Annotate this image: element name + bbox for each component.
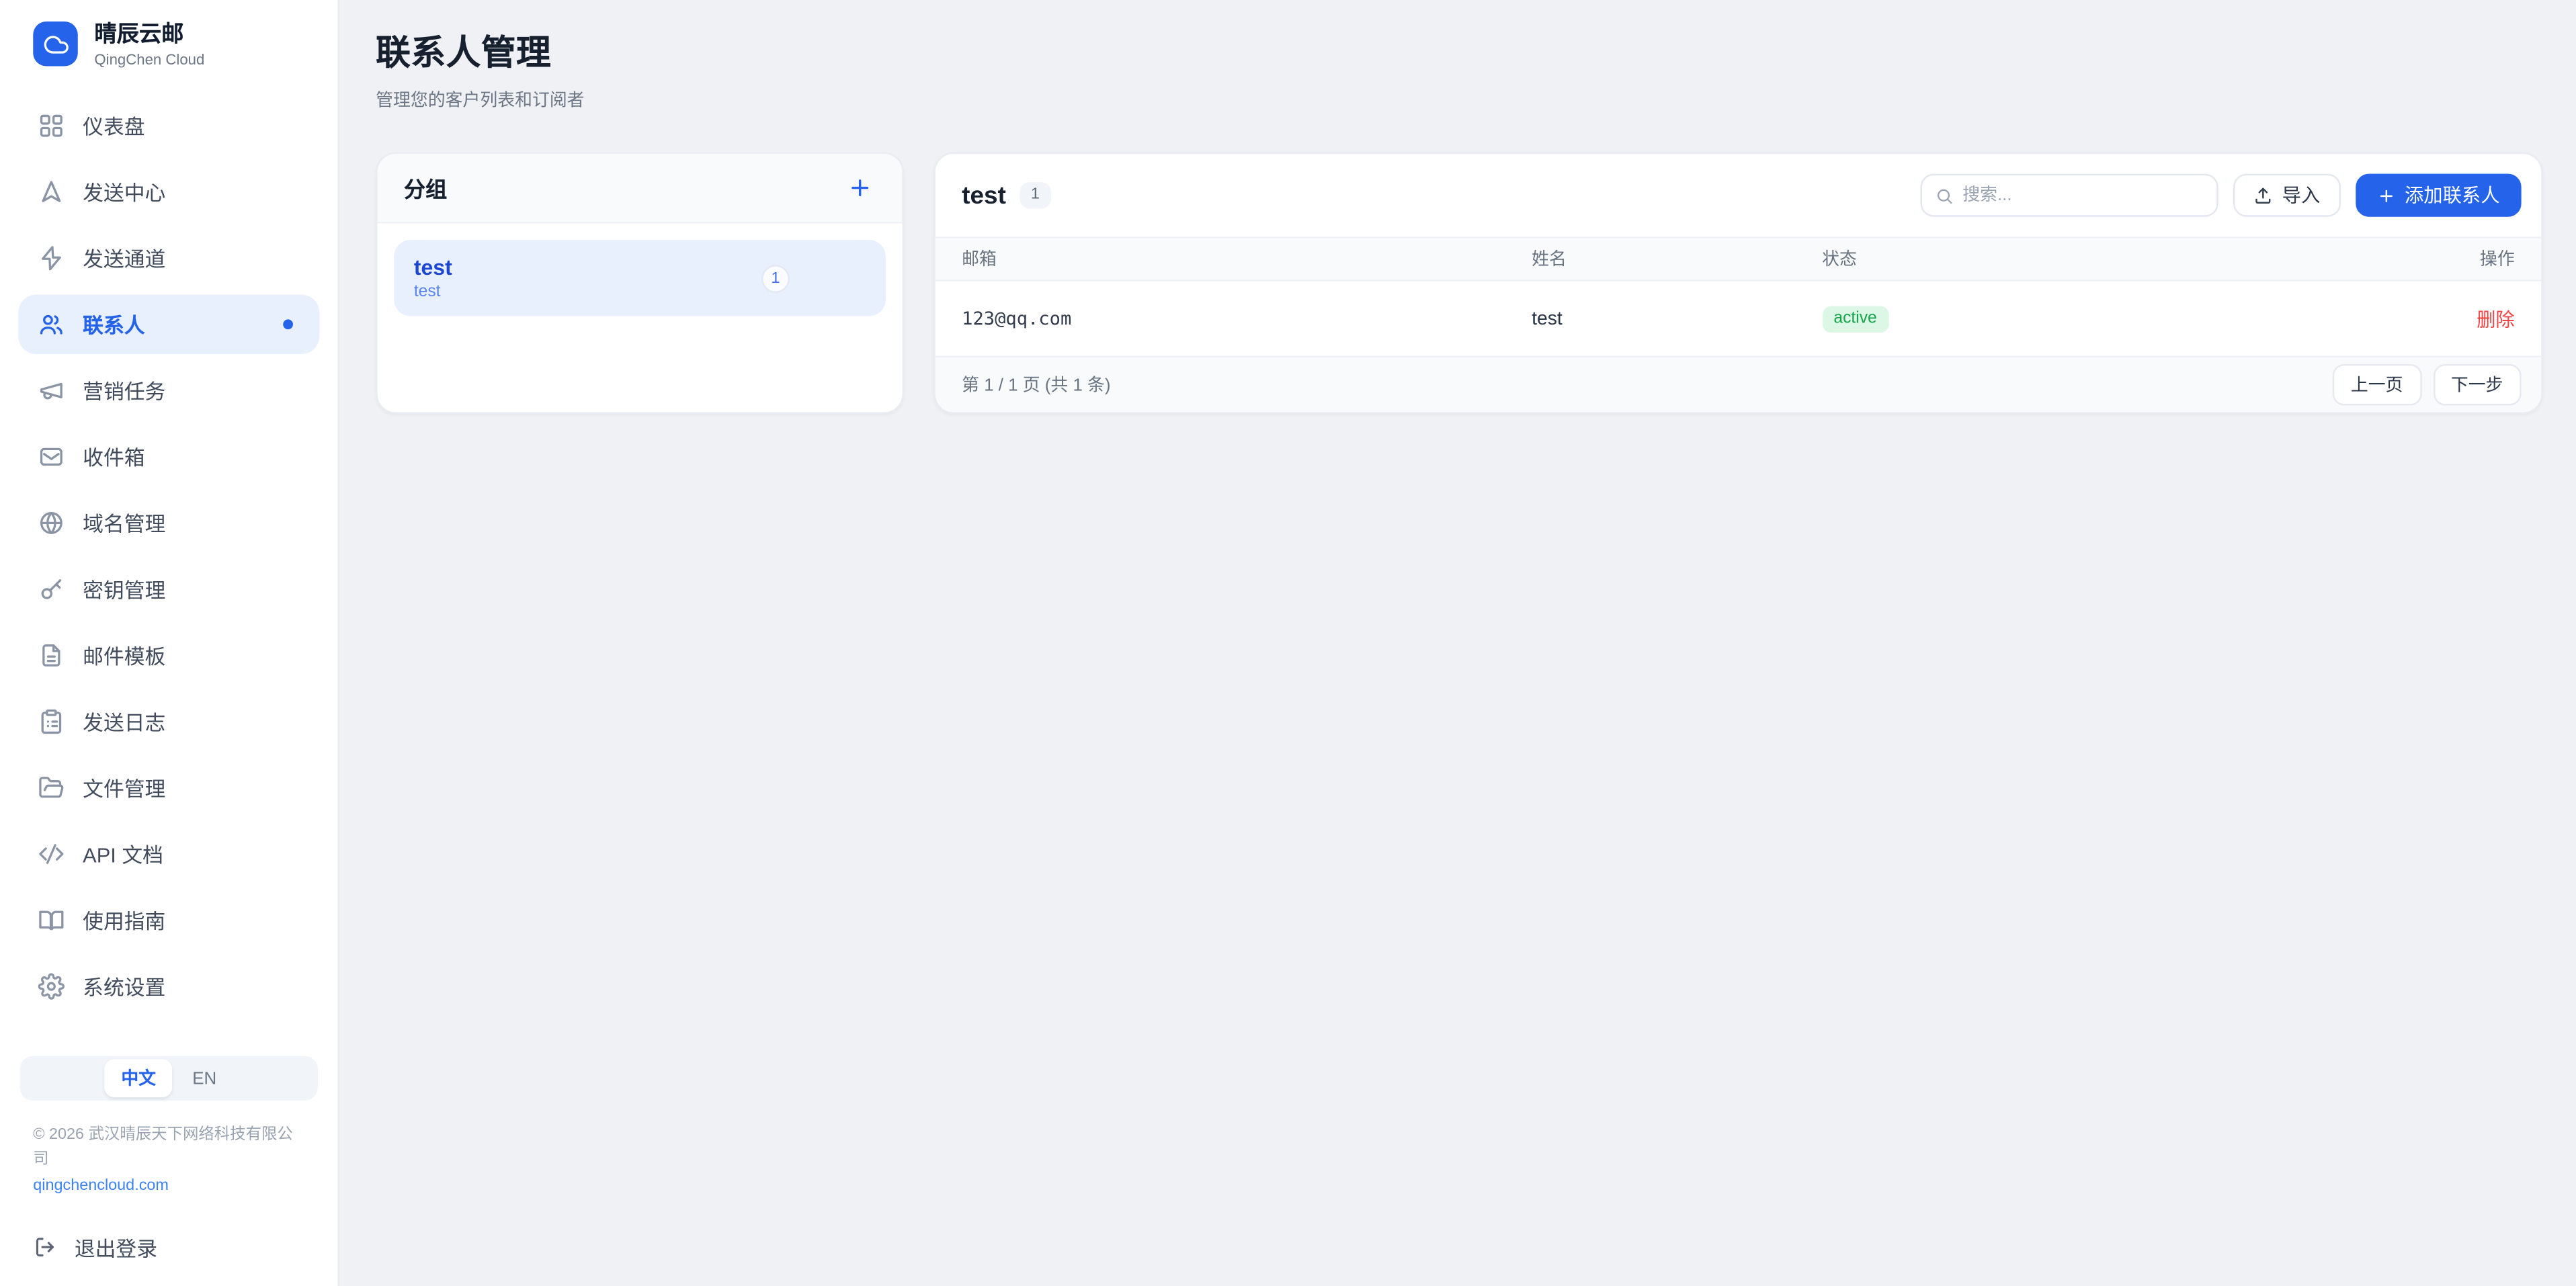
column-header-email: 邮箱 [962, 247, 1532, 271]
sidebar-item-domain-management[interactable]: 域名管理 [18, 493, 319, 553]
code-icon [38, 841, 65, 867]
sidebar-item-contacts[interactable]: 联系人 [18, 294, 319, 354]
import-button[interactable]: 导入 [2233, 174, 2340, 217]
zap-icon [38, 245, 65, 271]
send-icon [38, 179, 65, 205]
delete-contact-link[interactable]: 删除 [2399, 305, 2514, 331]
sidebar-item-send-center[interactable]: 发送中心 [18, 162, 319, 222]
group-name: test [414, 255, 452, 280]
main-content: 联系人管理 管理您的客户列表和订阅者 分组 test test [339, 0, 2576, 1286]
sidebar-item-label: API 文档 [83, 838, 163, 869]
table-row: 123@qq.com test active 删除 [936, 282, 2541, 356]
page-title: 联系人管理 [376, 26, 2542, 76]
group-list-item[interactable]: test test 1 [394, 240, 886, 316]
add-contact-label: 添加联系人 [2405, 182, 2500, 208]
sidebar-item-label: 发送日志 [83, 705, 165, 737]
contacts-count-badge: 1 [1020, 183, 1052, 208]
add-group-button[interactable] [844, 172, 876, 204]
pagination-info: 第 1 / 1 页 (共 1 条) [962, 372, 1110, 397]
group-count-badge: 1 [761, 264, 790, 292]
sidebar-item-file-management[interactable]: 文件管理 [18, 758, 319, 818]
sidebar-item-label: 邮件模板 [83, 640, 165, 671]
logout-label: 退出登录 [75, 1232, 157, 1263]
language-option-zh[interactable]: 中文 [105, 1060, 173, 1098]
sidebar-item-key-management[interactable]: 密钥管理 [18, 559, 319, 619]
plus-icon [847, 175, 872, 200]
contact-email: 123@qq.com [962, 308, 1532, 329]
sidebar-item-label: 使用指南 [83, 904, 165, 936]
language-option-en[interactable]: EN [176, 1062, 233, 1095]
plus-icon [2376, 186, 2395, 204]
sidebar-item-system-settings[interactable]: 系统设置 [18, 956, 319, 1016]
groups-title: 分组 [404, 172, 447, 204]
prev-page-button[interactable]: 上一页 [2333, 364, 2421, 406]
sidebar-item-label: 发送通道 [83, 243, 165, 274]
active-indicator-dot [283, 319, 293, 329]
add-contact-button[interactable]: 添加联系人 [2355, 174, 2522, 217]
table-header: 邮箱 姓名 状态 操作 [936, 237, 2541, 282]
group-description: test [414, 284, 452, 302]
globe-icon [38, 509, 65, 535]
page-subtitle: 管理您的客户列表和订阅者 [376, 88, 2542, 113]
next-page-button[interactable]: 下一步 [2433, 364, 2522, 406]
sidebar-nav: 仪表盘 发送中心 发送通道 联系人 营销任务 收件箱 [0, 96, 338, 1017]
file-text-icon [38, 642, 65, 668]
grid-icon [38, 112, 65, 138]
contacts-panel: test 1 导入 添加联系人 [933, 153, 2542, 414]
import-label: 导入 [2282, 182, 2321, 208]
sidebar-item-user-guide[interactable]: 使用指南 [18, 890, 319, 950]
sidebar-item-inbox[interactable]: 收件箱 [18, 427, 319, 486]
clipboard-icon [38, 708, 65, 734]
sidebar-item-label: 联系人 [83, 308, 144, 340]
search-icon [1934, 186, 1952, 204]
app-root: 晴辰云邮 QingChen Cloud 仪表盘 发送中心 发送通道 联系人 [0, 0, 2576, 1286]
groups-panel-header: 分组 [378, 154, 903, 223]
logout-button[interactable]: 退出登录 [0, 1208, 338, 1286]
brand-subtitle: QingChen Cloud [94, 51, 204, 68]
sidebar-item-label: 发送中心 [83, 176, 165, 208]
sidebar: 晴辰云邮 QingChen Cloud 仪表盘 发送中心 发送通道 联系人 [0, 0, 339, 1286]
table-footer: 第 1 / 1 页 (共 1 条) 上一页 下一步 [936, 356, 2541, 413]
users-icon [38, 311, 65, 337]
sidebar-item-label: 文件管理 [83, 772, 165, 804]
sidebar-item-label: 系统设置 [83, 970, 165, 1002]
sidebar-item-dashboard[interactable]: 仪表盘 [18, 96, 319, 156]
contacts-group-title: test [962, 181, 1006, 210]
logout-icon [33, 1235, 58, 1260]
sidebar-item-label: 密钥管理 [83, 573, 165, 605]
search-box [1919, 174, 2217, 217]
sidebar-item-send-channel[interactable]: 发送通道 [18, 228, 319, 288]
sidebar-item-email-templates[interactable]: 邮件模板 [18, 626, 319, 685]
sidebar-item-marketing-tasks[interactable]: 营销任务 [18, 361, 319, 421]
sidebar-item-label: 仪表盘 [83, 110, 144, 142]
column-header-status: 状态 [1822, 247, 2399, 271]
contacts-panel-header: test 1 导入 添加联系人 [936, 154, 2541, 237]
book-open-icon [38, 907, 65, 933]
brand-name: 晴辰云邮 [94, 22, 204, 50]
sidebar-item-label: 营销任务 [83, 375, 165, 406]
mail-icon [38, 443, 65, 470]
contact-name: test [1532, 308, 1822, 329]
column-header-actions: 操作 [2399, 247, 2514, 271]
search-input[interactable] [1962, 185, 2202, 206]
groups-panel: 分组 test test 1 [376, 153, 904, 414]
megaphone-icon [38, 377, 65, 403]
brand-logo [33, 22, 78, 67]
status-badge: active [1822, 305, 1888, 331]
sidebar-item-label: 域名管理 [83, 507, 165, 539]
language-toggle: 中文 EN [20, 1056, 318, 1101]
copyright: © 2026 武汉晴辰天下网络科技有限公司 qingchencloud.com [0, 1101, 338, 1199]
sidebar-item-send-log[interactable]: 发送日志 [18, 691, 319, 751]
gear-icon [38, 973, 65, 999]
upload-icon [2252, 185, 2272, 206]
sidebar-item-api-docs[interactable]: API 文档 [18, 824, 319, 884]
cloud-icon [42, 32, 69, 58]
folder-icon [38, 775, 65, 801]
column-header-name: 姓名 [1532, 247, 1822, 271]
website-link[interactable]: qingchencloud.com [33, 1174, 169, 1198]
sidebar-item-label: 收件箱 [83, 441, 144, 472]
key-icon [38, 576, 65, 602]
copyright-text: © 2026 武汉晴辰天下网络科技有限公司 [33, 1124, 304, 1171]
brand: 晴辰云邮 QingChen Cloud [0, 0, 338, 68]
